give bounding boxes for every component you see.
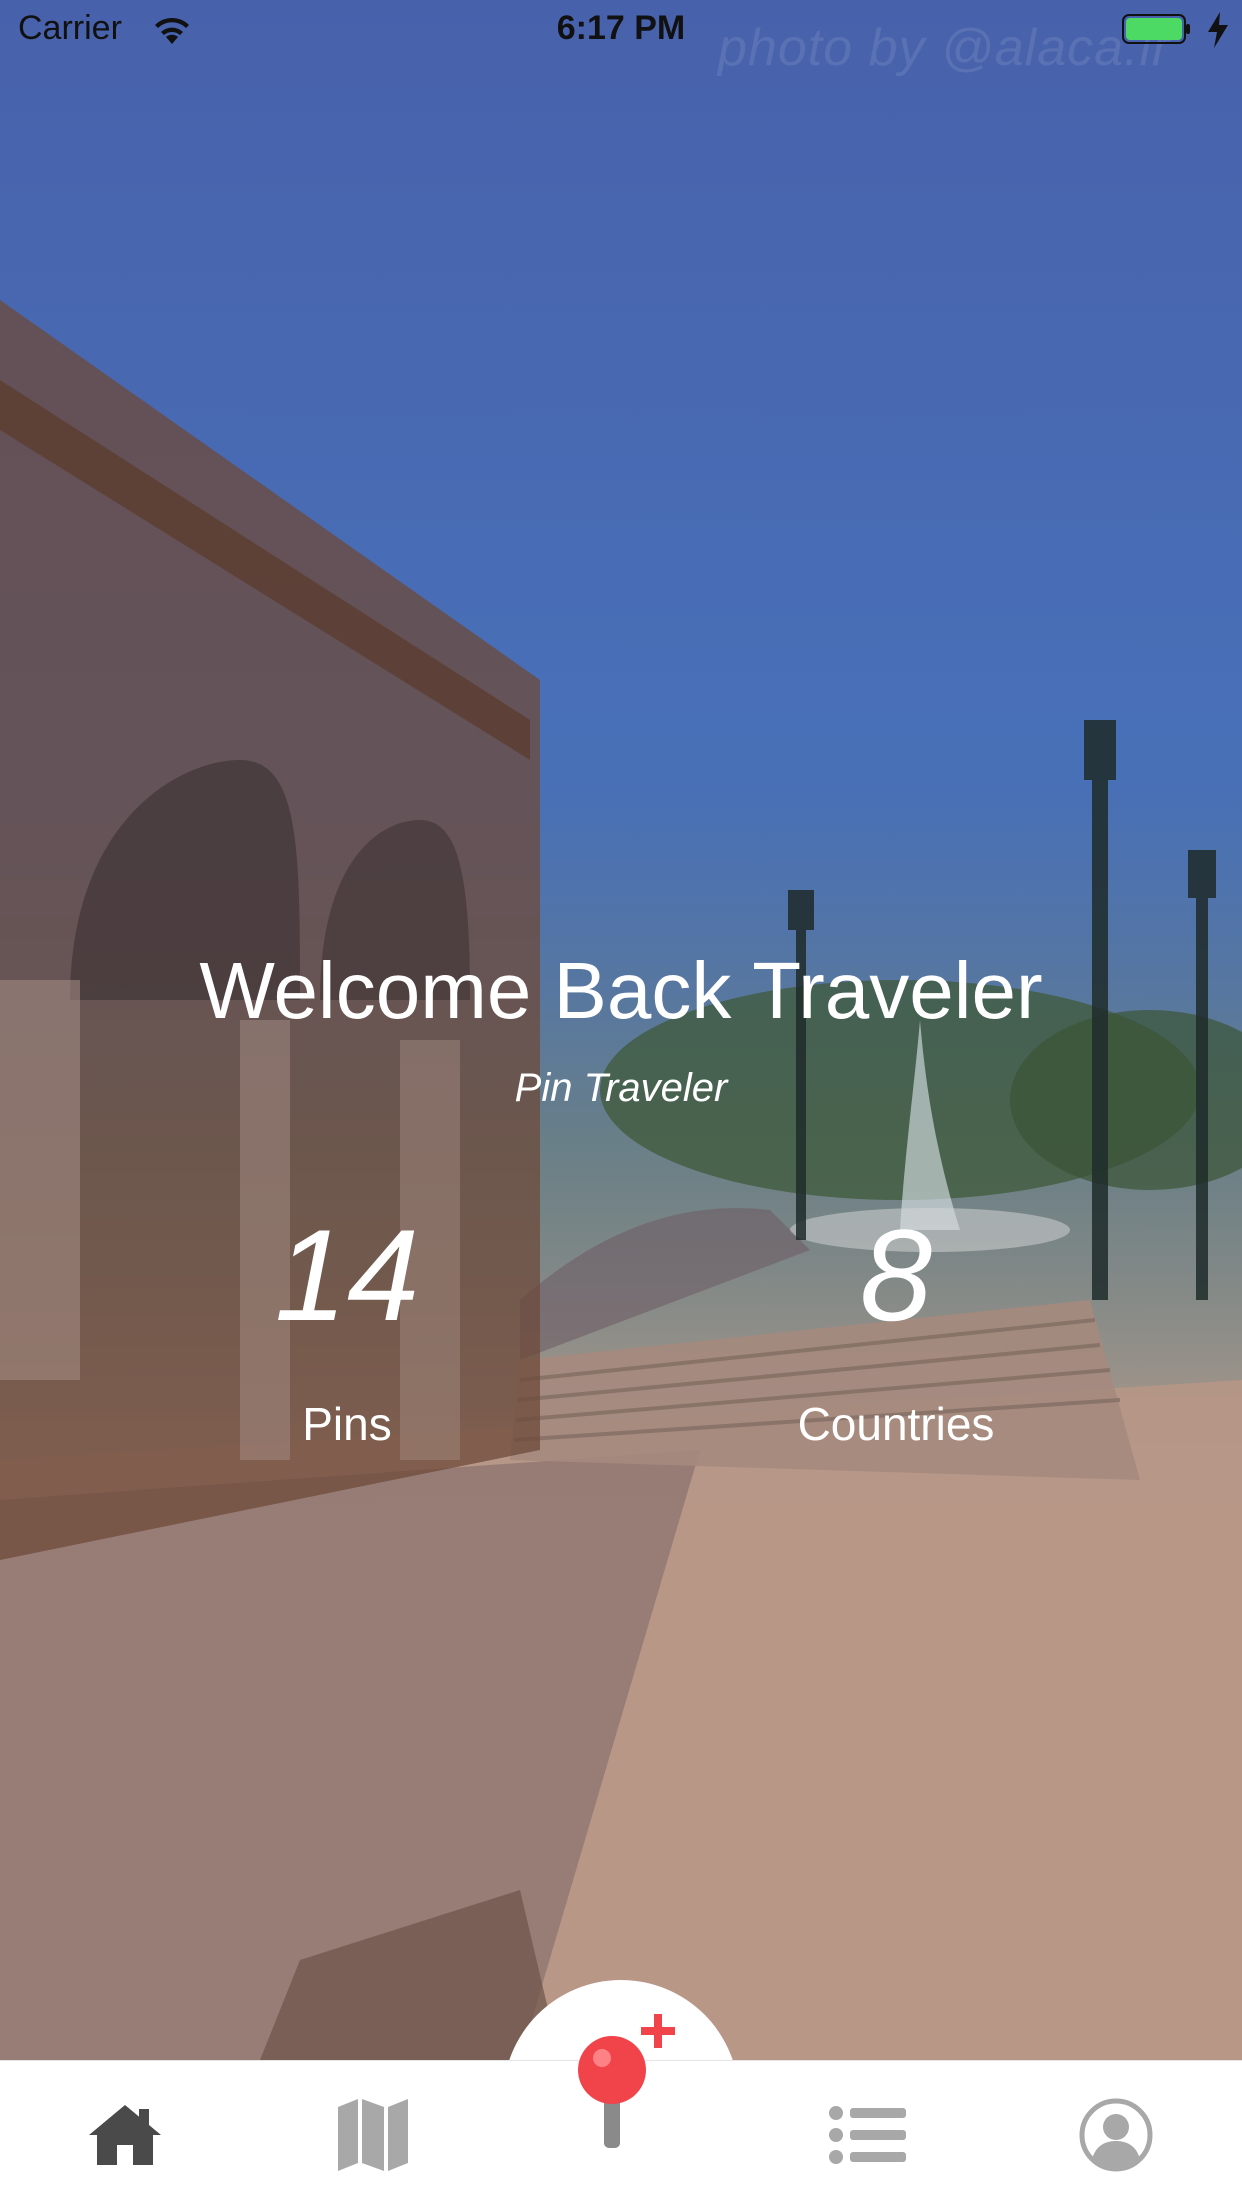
map-icon xyxy=(338,2099,408,2171)
tab-list[interactable] xyxy=(818,2090,918,2180)
charging-bolt-icon xyxy=(1208,12,1228,48)
app-subtitle: Pin Traveler xyxy=(514,1066,728,1110)
countries-stat: 8 Countries xyxy=(686,1205,1106,1451)
pins-label: Pins xyxy=(302,1398,392,1450)
status-bar: Carrier 6:17 PM xyxy=(0,0,1242,60)
tab-profile[interactable] xyxy=(1066,2090,1166,2180)
status-time: 6:17 PM xyxy=(556,9,686,47)
home-screen: photo by @alaca.ir Carrier 6:17 PM Welco… xyxy=(0,0,1242,2208)
battery-icon xyxy=(1122,14,1190,44)
countries-label: Countries xyxy=(797,1398,995,1450)
pins-count: 14 xyxy=(274,1202,420,1348)
tab-home[interactable] xyxy=(75,2090,175,2180)
countries-count: 8 xyxy=(859,1202,933,1348)
pins-stat: 14 Pins xyxy=(137,1205,557,1451)
home-icon xyxy=(89,2105,161,2165)
profile-icon xyxy=(1079,2098,1153,2172)
tab-map[interactable] xyxy=(323,2090,423,2180)
tab-add-pin[interactable] xyxy=(560,2008,690,2168)
add-pin-icon xyxy=(578,2014,675,2148)
list-icon xyxy=(829,2106,906,2164)
welcome-title: Welcome Back Traveler xyxy=(199,946,1043,1035)
